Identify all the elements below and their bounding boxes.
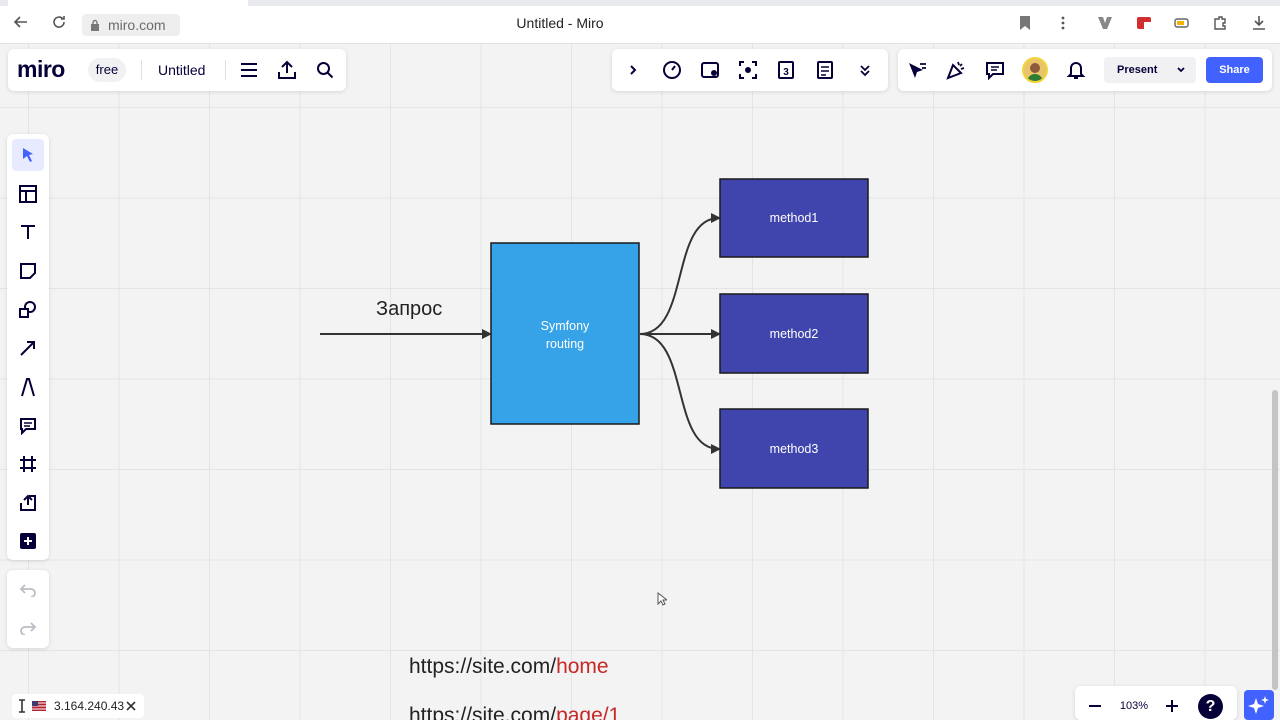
router-label: Symfony routing bbox=[491, 317, 639, 353]
plus-icon bbox=[1166, 700, 1178, 712]
url-path: home bbox=[556, 655, 609, 678]
minus-icon bbox=[1089, 705, 1101, 707]
url-base: https://site.com/ bbox=[409, 704, 557, 720]
diagram-layer bbox=[320, 178, 869, 489]
us-flag-icon bbox=[32, 701, 46, 711]
resize-handle-icon bbox=[19, 699, 25, 713]
router-label-line2: routing bbox=[545, 337, 585, 351]
router-label-line1: Symfony bbox=[540, 319, 590, 333]
url-path: page/1 bbox=[556, 704, 621, 720]
method2-label: method2 bbox=[769, 327, 819, 341]
connector-method1[interactable] bbox=[639, 213, 721, 335]
mouse-cursor-icon bbox=[657, 592, 667, 606]
ip-address: 3.164.240.43 bbox=[54, 699, 125, 713]
vertical-scrollbar[interactable] bbox=[1272, 390, 1278, 690]
help-button[interactable]: ? bbox=[1198, 694, 1223, 719]
method1-label: method1 bbox=[769, 211, 819, 225]
ai-assist-button[interactable] bbox=[1244, 690, 1274, 720]
close-icon[interactable] bbox=[126, 701, 136, 711]
zoom-in-button[interactable] bbox=[1160, 694, 1184, 718]
zoom-level[interactable]: 103% bbox=[1112, 700, 1156, 712]
sparkle-icon bbox=[1248, 696, 1269, 714]
url-example-1[interactable]: https://site.com/home bbox=[409, 655, 609, 679]
connector-method3[interactable] bbox=[639, 333, 721, 454]
vpn-ip-badge: 3.164.240.43 bbox=[12, 694, 144, 718]
url-example-2[interactable]: https://site.com/page/1 bbox=[409, 704, 620, 720]
zoom-out-button[interactable] bbox=[1083, 694, 1107, 718]
url-base: https://site.com/ bbox=[409, 655, 557, 678]
request-label[interactable]: Запрос bbox=[376, 298, 442, 321]
method3-label: method3 bbox=[769, 442, 819, 456]
